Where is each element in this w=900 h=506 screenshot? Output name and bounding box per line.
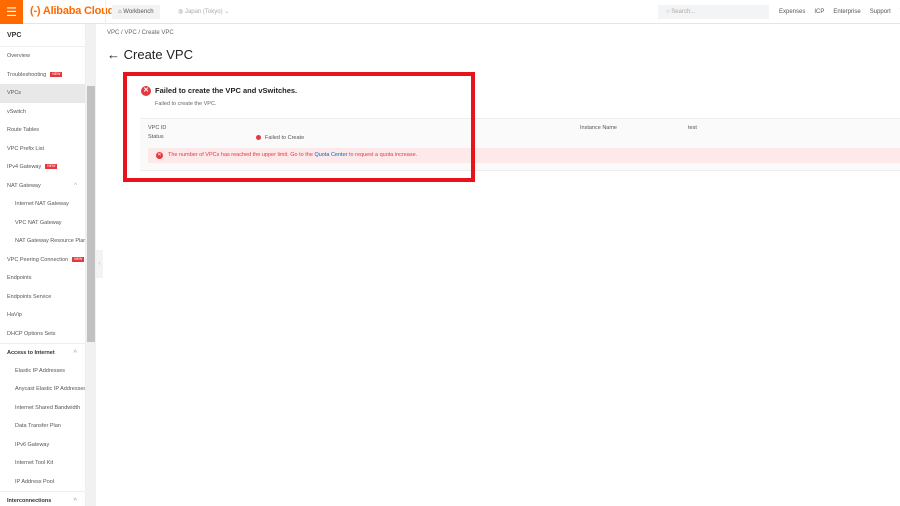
highlight-box bbox=[123, 72, 475, 182]
nav-enterprise[interactable]: Enterprise bbox=[833, 9, 860, 15]
chevron-down-icon: ⌄ bbox=[222, 9, 230, 15]
sidebar-item-label: Troubleshooting bbox=[7, 71, 47, 78]
sidebar-item-anycast-elastic-ip-addresses[interactable]: Anycast Elastic IP Addresses bbox=[0, 380, 85, 399]
sidebar-item-label: NAT Gateway bbox=[7, 182, 41, 189]
sidebar-item-data-transfer-plan[interactable]: Data Transfer Plan bbox=[0, 417, 85, 436]
sidebar-item-dhcp-options-sets[interactable]: DHCP Options Sets bbox=[0, 325, 85, 344]
sidebar-title: VPC bbox=[0, 24, 85, 47]
sidebar-item-label: Data Transfer Plan bbox=[15, 423, 61, 429]
sidebar-item-label: Route Tables bbox=[7, 127, 40, 133]
breadcrumb: VPC / VPC / Create VPC bbox=[107, 30, 174, 36]
sidebar-item-label: Access to Internet bbox=[7, 350, 55, 356]
chevron-up-icon[interactable]: ^ bbox=[74, 177, 77, 196]
sidebar-item-internet-tool-kit[interactable]: Internet Tool Kit bbox=[0, 454, 85, 473]
new-badge: NEW bbox=[50, 71, 63, 77]
sidebar-item-overview[interactable]: Overview bbox=[0, 47, 85, 66]
new-badge: NEW bbox=[45, 164, 58, 170]
logo[interactable]: (-) Alibaba Cloud bbox=[30, 5, 114, 17]
logo-bracket-icon: (-) bbox=[30, 5, 43, 17]
instance-name-value: test bbox=[688, 125, 697, 131]
search-input[interactable]: ○ Search... bbox=[658, 5, 769, 19]
sidebar-item-label: VPCs bbox=[7, 90, 22, 96]
scrollbar-thumb[interactable] bbox=[87, 86, 95, 342]
collapse-sidebar-button[interactable]: ‹ bbox=[96, 250, 103, 278]
divider bbox=[105, 0, 106, 24]
sidebar-item-label: VPC Peering Connection bbox=[7, 256, 69, 263]
sidebar-item-internet-shared-bandwidth[interactable]: Internet Shared Bandwidth bbox=[0, 399, 85, 418]
sidebar-item-vswitch[interactable]: vSwitch bbox=[0, 103, 85, 122]
sidebar-item-vpcs[interactable]: VPCs bbox=[0, 84, 85, 103]
sidebar-item-label: HaVip bbox=[7, 312, 22, 318]
sidebar-item-label: vSwitch bbox=[7, 108, 26, 115]
sidebar-item-label: Endpoints bbox=[7, 275, 32, 281]
sidebar-item-havip[interactable]: HaVip bbox=[0, 306, 85, 325]
top-bar: ☰ (-) Alibaba Cloud ⌂ Workbench ◍ Japan … bbox=[0, 0, 900, 24]
sidebar-item-label: IPv6 Gateway bbox=[15, 441, 50, 448]
nav-expenses[interactable]: Expenses bbox=[779, 9, 805, 15]
sidebar-item-label: Endpoints Service bbox=[7, 293, 52, 300]
sidebar-item-ipv4-gateway[interactable]: IPv4 Gateway NEW bbox=[0, 158, 85, 177]
globe-icon: ◍ bbox=[178, 9, 185, 15]
sidebar-item-label: Internet NAT Gateway bbox=[15, 201, 69, 207]
sidebar-item-label: DHCP Options Sets bbox=[7, 330, 56, 337]
sidebar-item-interconnections[interactable]: Interconnections ^ bbox=[0, 491, 85, 506]
sidebar-item-endpoints-service[interactable]: Endpoints Service bbox=[0, 288, 85, 307]
sidebar-item-troubleshooting[interactable]: Troubleshooting NEW bbox=[0, 66, 85, 85]
sidebar-item-label: NAT Gateway Resource Plan bbox=[15, 238, 86, 244]
sidebar-item-label: Anycast Elastic IP Addresses bbox=[15, 386, 86, 392]
back-arrow-icon[interactable]: ← bbox=[107, 47, 124, 62]
instance-name-label: Instance Name bbox=[580, 125, 617, 131]
sidebar-item-label: Interconnections bbox=[7, 498, 52, 504]
sidebar-item-internet-nat-gateway[interactable]: Internet NAT Gateway bbox=[0, 195, 85, 214]
sidebar: VPC Overview Troubleshooting NEW VPCs vSwitc… bbox=[0, 24, 86, 506]
new-badge: NEW bbox=[72, 256, 85, 262]
sidebar-item-label: Internet Shared Bandwidth bbox=[15, 404, 81, 411]
workbench-button[interactable]: ⌂ Workbench bbox=[112, 5, 160, 19]
sidebar-item-vpc-nat-gateway[interactable]: VPC NAT Gateway bbox=[0, 214, 85, 233]
top-nav: ExpensesICPEnterpriseSupportTi bbox=[779, 5, 900, 19]
sidebar-item-label: Elastic IP Addresses bbox=[15, 367, 66, 374]
sidebar-item-label: IP Address Pool bbox=[15, 478, 55, 485]
sidebar-item-ip-address-pool[interactable]: IP Address Pool bbox=[0, 473, 85, 492]
chevron-up-icon[interactable]: ^ bbox=[73, 492, 77, 506]
sidebar-item-label: VPC Prefix List bbox=[7, 145, 44, 152]
nav-icp[interactable]: ICP bbox=[814, 9, 824, 15]
sidebar-item-label: Overview bbox=[7, 53, 30, 59]
sidebar-item-access-to-internet[interactable]: Access to Internet ^ bbox=[0, 343, 85, 362]
chevron-up-icon[interactable]: ^ bbox=[73, 344, 77, 363]
sidebar-item-ipv6-gateway[interactable]: IPv6 Gateway bbox=[0, 436, 85, 455]
sidebar-item-nat-gateway[interactable]: NAT Gateway ^ bbox=[0, 177, 85, 196]
sidebar-item-label: IPv4 Gateway bbox=[7, 164, 42, 170]
sidebar-item-endpoints[interactable]: Endpoints bbox=[0, 269, 85, 288]
sidebar-item-route-tables[interactable]: Route Tables bbox=[0, 121, 85, 140]
sidebar-item-elastic-ip-addresses[interactable]: Elastic IP Addresses bbox=[0, 362, 85, 381]
menu-icon[interactable]: ☰ bbox=[0, 0, 23, 24]
sidebar-item-vpc-peering-connection[interactable]: VPC Peering Connection NEW bbox=[0, 251, 85, 270]
sidebar-item-label: Internet Tool Kit bbox=[15, 460, 54, 466]
sidebar-item-label: VPC NAT Gateway bbox=[15, 219, 62, 226]
sidebar-item-vpc-prefix-list[interactable]: VPC Prefix List bbox=[0, 140, 85, 159]
region-selector[interactable]: ◍ Japan (Tokyo) ⌄ bbox=[178, 5, 229, 19]
nav-support[interactable]: Support bbox=[870, 9, 891, 15]
sidebar-item-nat-gateway-resource-plan[interactable]: NAT Gateway Resource Plan bbox=[0, 232, 85, 251]
page-title: ← Create VPC bbox=[107, 47, 193, 62]
